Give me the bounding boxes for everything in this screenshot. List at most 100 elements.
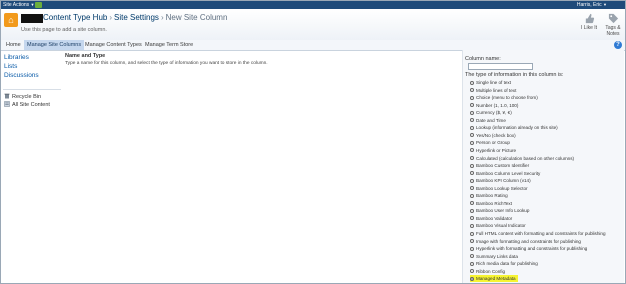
column-type-option[interactable]: Bamboo Validator [470,215,512,222]
column-type-option[interactable]: Calculated (calculation based on other c… [470,155,574,162]
radio-button[interactable] [470,208,474,213]
tab-home[interactable]: Home [3,40,24,50]
quick-launch-libraries[interactable]: Libraries [4,54,29,61]
i-like-it-button[interactable]: I Like It [578,13,600,31]
column-type-option[interactable]: Number (1, 1.0, 100) [470,102,518,109]
column-type-option-label: Rich media data for publishing [476,261,538,267]
column-type-option-label: Bamboo Visual Indicator [476,223,526,229]
column-type-option[interactable]: Rich media data for publishing [470,260,538,267]
chevron-down-icon: ▼ [30,2,35,7]
column-type-option[interactable]: Hyperlink with formatting and constraint… [470,245,587,252]
column-type-option[interactable]: Yes/No (check box) [470,132,516,139]
radio-button[interactable] [470,261,474,266]
column-name-label: Column name: [465,56,501,62]
radio-button[interactable] [470,246,474,251]
radio-button[interactable] [470,186,474,191]
quick-launch-lists[interactable]: Lists [4,63,17,70]
section-title: Name and Type [65,53,106,59]
radio-button[interactable] [470,223,474,228]
tags-notes-label: Tags & Notes [605,25,621,37]
column-type-option-label: Bamboo RichText [476,200,513,206]
breadcrumb-separator: › [160,13,164,22]
column-type-option[interactable]: Single line of text [470,79,511,86]
column-type-option[interactable]: Bamboo Lookup Selector [470,185,528,192]
column-type-option-label: Image with formatting and constraints fo… [476,238,581,244]
column-type-option[interactable]: Bamboo Rating [470,192,508,199]
column-type-option[interactable]: Bamboo Column Level Security [470,170,540,177]
radio-button[interactable] [470,178,474,183]
tab-manage-site-columns[interactable]: Manage Site Columns [24,40,85,50]
column-type-option-label: Choice (menu to choose from) [476,95,538,101]
radio-button[interactable] [470,201,474,206]
radio-button[interactable] [470,239,474,244]
column-type-option-label: Lookup (information already on this site… [476,125,558,131]
breadcrumb-link-hub[interactable]: Content Type Hub [43,13,107,22]
radio-button[interactable] [470,163,474,168]
column-type-option-label: Hyperlink with formatting and constraint… [476,246,588,252]
sharepoint-window: Site Actions ▼ Harris, Eric ▼ ⌂ Content … [0,0,626,284]
column-type-option[interactable]: Choice (menu to choose from) [470,94,538,101]
column-type-label: The type of information in this column i… [465,72,564,78]
column-type-option-label: Full HTML content with formatting and co… [476,231,606,236]
radio-button[interactable] [470,276,474,281]
radio-button[interactable] [470,216,474,221]
radio-button[interactable] [470,133,474,138]
column-type-option[interactable]: Image with formatting and constraints fo… [470,238,581,245]
radio-button[interactable] [470,88,474,93]
site-actions-label: Site Actions [3,2,30,8]
tab-manage-term-store[interactable]: Manage Term Store [142,40,196,50]
title-area: ⌂ Content Type Hub › Site Settings › New Sit… [1,9,625,41]
column-name-input[interactable] [468,63,533,70]
recycle-bin-label: Recycle Bin [12,94,42,100]
radio-button[interactable] [470,118,474,123]
tab-manage-content-types[interactable]: Manage Content Types [82,40,145,50]
column-type-option[interactable]: Bamboo Custom Identifier [470,162,529,169]
column-type-option-label: Number (1, 1.0, 100) [476,102,519,108]
column-type-option[interactable]: Full HTML content with formatting and co… [470,230,606,237]
column-type-option[interactable]: Lookup (information already on this site… [470,124,558,131]
column-type-option[interactable]: Bamboo KPI Column (v14) [470,177,531,184]
radio-button[interactable] [470,95,474,100]
column-type-option[interactable]: Managed Metadata [470,275,518,283]
help-icon[interactable]: ? [614,41,622,49]
divider [3,89,61,90]
redacted-site-name [21,14,43,23]
navigate-up-icon[interactable] [35,2,42,8]
radio-button[interactable] [470,125,474,130]
recycle-bin-link[interactable]: Recycle Bin [4,93,41,100]
radio-button[interactable] [470,103,474,108]
user-menu[interactable]: Harris, Eric ▼ [577,1,607,9]
tags-notes-button[interactable]: Tags & Notes [602,13,624,37]
column-type-option-label: Summary Links data [476,253,518,259]
column-type-option[interactable]: Hyperlink or Picture [470,147,516,154]
radio-button[interactable] [470,254,474,259]
quick-launch-discussions[interactable]: Discussions [4,72,39,79]
column-type-option[interactable]: Currency ($, ¥, €) [470,109,512,116]
column-type-option[interactable]: Ribbon Config [470,268,505,275]
radio-button[interactable] [470,110,474,115]
radio-button[interactable] [470,269,474,274]
column-type-option[interactable]: Date and Time [470,117,506,124]
radio-button[interactable] [470,140,474,145]
thumbs-up-icon [585,13,594,24]
radio-button[interactable] [470,171,474,176]
breadcrumb-link-settings[interactable]: Site Settings [114,13,159,22]
column-type-option[interactable]: Bamboo RichText [470,200,512,207]
site-content-icon [4,101,10,107]
radio-button[interactable] [470,80,474,85]
column-type-option[interactable]: Bamboo User Info Lookup [470,207,529,214]
column-type-option[interactable]: Summary Links data [470,253,518,260]
radio-button[interactable] [470,156,474,160]
column-type-option[interactable]: Multiple lines of text [470,87,516,94]
site-actions-menu[interactable]: Site Actions ▼ [3,1,35,9]
radio-button[interactable] [470,193,474,198]
column-type-option[interactable]: Bamboo Visual Indicator [470,222,526,229]
radio-button[interactable] [470,231,474,236]
column-type-option[interactable]: Person or Group [470,139,510,146]
page-title: New Site Column [165,13,228,22]
all-site-content-link[interactable]: All Site Content [4,101,50,108]
breadcrumb: Content Type Hub › Site Settings › New Site … [43,13,227,22]
column-type-option-label: Bamboo KPI Column (v14) [476,178,531,184]
radio-button[interactable] [470,148,474,153]
column-type-option-label: Managed Metadata [476,276,516,282]
